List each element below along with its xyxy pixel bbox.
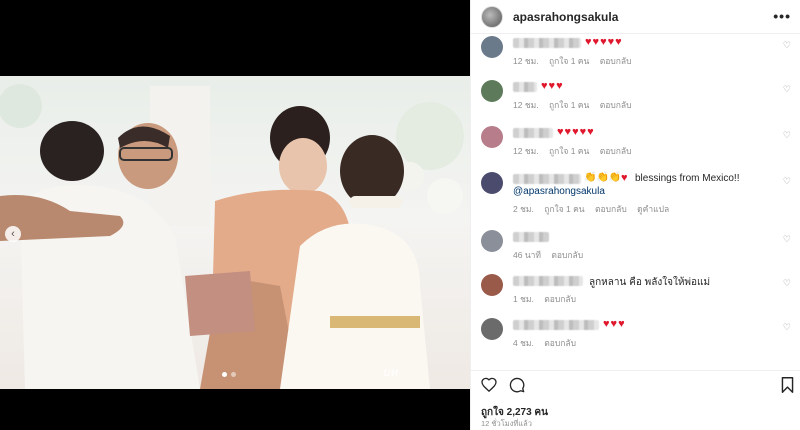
comment-likes[interactable]: ถูกใจ 1 คน (549, 100, 589, 110)
comment-like-icon[interactable]: ♡ (783, 322, 791, 333)
commenter-avatar[interactable] (481, 36, 503, 58)
reply-button[interactable]: ตอบกลับ (600, 100, 632, 110)
heart-icon[interactable] (481, 377, 497, 397)
reply-button[interactable]: ตอบกลับ (595, 204, 627, 214)
comment-hearts: ♥♥♥ (541, 80, 564, 92)
comment-like-icon[interactable]: ♡ (783, 130, 791, 141)
comment-likes[interactable]: ถูกใจ 1 คน (549, 56, 589, 66)
post-side-panel: apasrahongsakula ••• ♥♥♥♥♥ 12 ชม. ถูกใจ … (470, 0, 800, 430)
commenter-name-blurred[interactable] (513, 174, 581, 184)
post-photo[interactable]: บห ‹ (0, 76, 470, 389)
carousel-indicator (222, 372, 236, 377)
comment-time: 12 ชม. (513, 100, 539, 110)
commenter-name-blurred[interactable] (513, 38, 581, 48)
commenter-name-blurred[interactable] (513, 82, 537, 92)
avatar[interactable] (481, 5, 503, 28)
comment-meta: 2 ชม. ถูกใจ 1 คน ตอบกลับ ดูคำแปล (513, 202, 677, 216)
comment-hearts: ♥♥♥♥♥ (557, 126, 595, 138)
translate-button[interactable]: ดูคำแปล (637, 204, 669, 214)
comment-meta: 12 ชม. ถูกใจ 1 คน ตอบกลับ (513, 54, 639, 68)
comment-emoji: 👏👏👏 (584, 172, 622, 183)
comment-time: 12 ชม. (513, 56, 539, 66)
reply-button[interactable]: ตอบกลับ (544, 294, 576, 304)
post-time: 12 ชั่วโมงที่แล้ว (481, 419, 532, 428)
carousel-dot (231, 372, 236, 377)
comment-hearts: ♥♥♥♥♥ (585, 36, 623, 48)
comment-meta: 4 ชม. ตอบกลับ (513, 336, 584, 350)
comments-list: ♥♥♥♥♥ 12 ชม. ถูกใจ 1 คน ตอบกลับ ♡ ♥♥♥ 12… (471, 34, 800, 360)
commenter-avatar[interactable] (481, 230, 503, 252)
reply-button[interactable]: ตอบกลับ (600, 56, 632, 66)
comment-likes[interactable]: ถูกใจ 1 คน (544, 204, 584, 214)
commenter-name-blurred[interactable] (513, 128, 553, 138)
watermark: บห (382, 365, 399, 379)
commenter-avatar[interactable] (481, 318, 503, 340)
comment-meta: 1 ชม. ตอบกลับ (513, 292, 584, 306)
post-header: apasrahongsakula ••• (471, 0, 800, 34)
comment-like-icon[interactable]: ♡ (783, 234, 791, 245)
bookmark-icon[interactable] (781, 377, 794, 398)
commenter-avatar[interactable] (481, 80, 503, 102)
comment-time: 4 ชม. (513, 338, 534, 348)
reply-button[interactable]: ตอบกลับ (551, 250, 583, 260)
action-bar (471, 370, 800, 398)
comment-time: 46 นาที (513, 250, 542, 260)
post-media: บห ‹ (0, 0, 470, 430)
more-options-icon[interactable]: ••• (773, 8, 791, 24)
comment-mention[interactable]: @apasrahongsakula (513, 186, 605, 197)
reply-button[interactable]: ตอบกลับ (544, 338, 576, 348)
comment-meta: 46 นาที ตอบกลับ (513, 248, 591, 262)
comment-hearts: ♥♥♥ (603, 318, 626, 330)
comment-likes[interactable]: ถูกใจ 1 คน (549, 146, 589, 156)
comment-like-icon[interactable]: ♡ (783, 84, 791, 95)
chevron-left-icon[interactable]: ‹ (5, 226, 21, 242)
comment-like-icon[interactable]: ♡ (783, 176, 791, 187)
comment-text: ลูกหลาน คือ พลังใจให้พ่อแม่ (589, 277, 711, 288)
carousel-dot (222, 372, 227, 377)
comment-meta: 12 ชม. ถูกใจ 1 คน ตอบกลับ (513, 98, 639, 112)
comment-like-icon[interactable]: ♡ (783, 40, 791, 51)
post-username[interactable]: apasrahongsakula (513, 10, 618, 24)
commenter-name-blurred[interactable] (513, 320, 599, 330)
comment-time: 12 ชม. (513, 146, 539, 156)
reply-button[interactable]: ตอบกลับ (600, 146, 632, 156)
commenter-name-blurred[interactable] (513, 232, 549, 242)
comment-meta: 12 ชม. ถูกใจ 1 คน ตอบกลับ (513, 144, 639, 158)
comment-icon[interactable] (509, 377, 525, 398)
commenter-name-blurred[interactable] (513, 276, 583, 286)
commenter-avatar[interactable] (481, 274, 503, 296)
comment-like-icon[interactable]: ♡ (783, 278, 791, 289)
wedding-photo-illustration: บห (0, 84, 464, 389)
commenter-avatar[interactable] (481, 126, 503, 148)
comment-text: blessings from Mexico!! (635, 173, 740, 184)
comment-time: 1 ชม. (513, 294, 534, 304)
commenter-avatar[interactable] (481, 172, 503, 194)
comment-hearts: ♥ (621, 172, 629, 184)
comment-time: 2 ชม. (513, 204, 534, 214)
